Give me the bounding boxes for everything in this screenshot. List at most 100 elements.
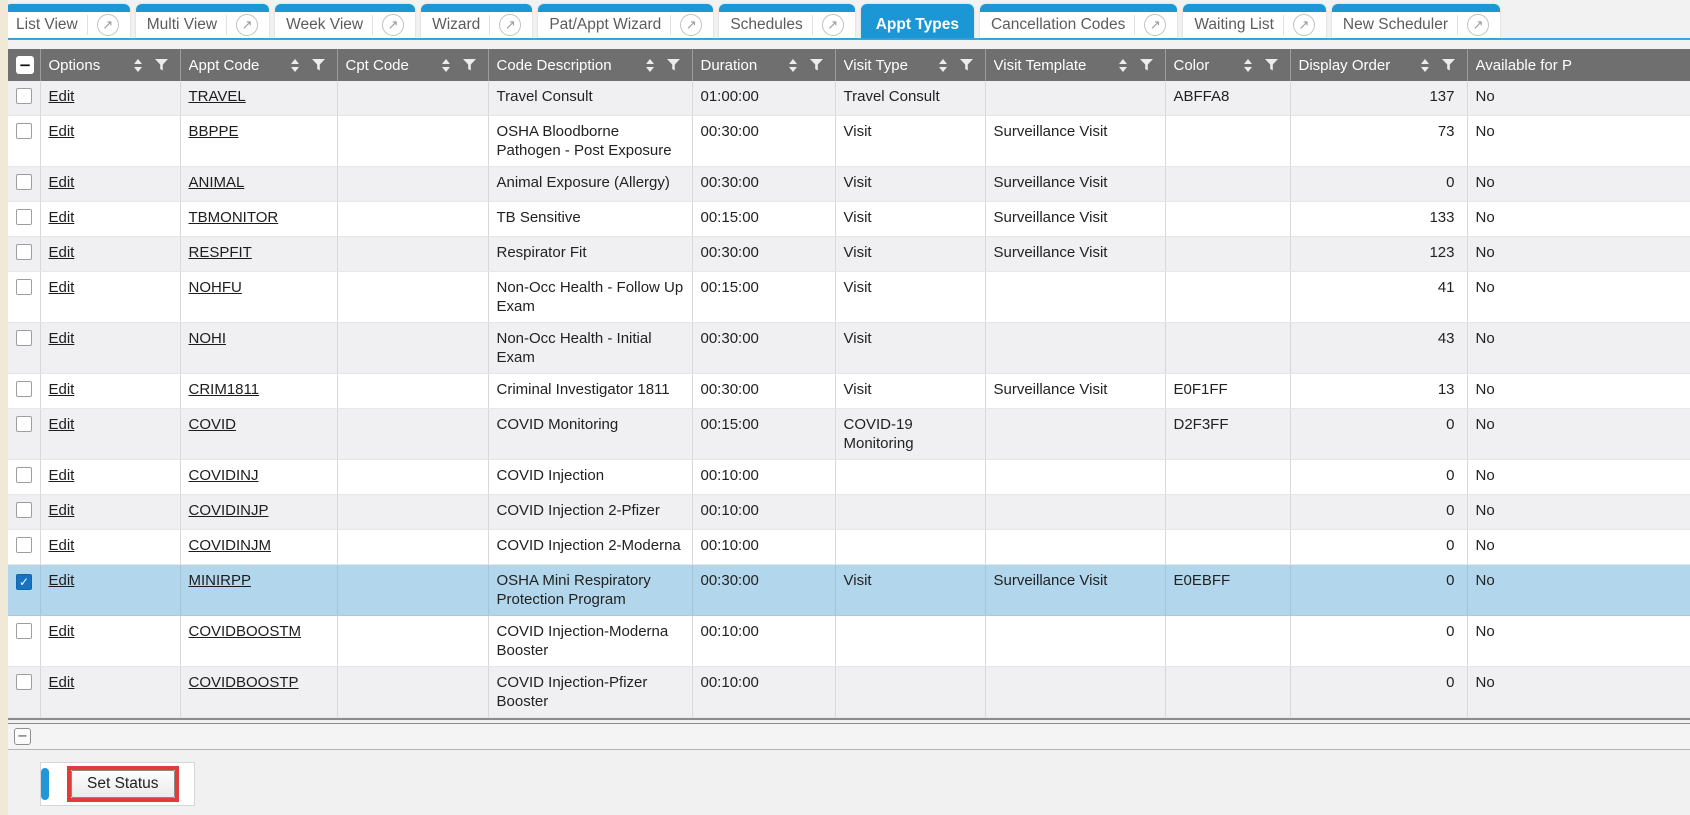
filter-icon[interactable] <box>1265 59 1278 71</box>
sort-icon[interactable] <box>1119 59 1127 72</box>
edit-link[interactable]: Edit <box>49 502 75 519</box>
appt-code-link[interactable]: COVID <box>189 416 237 433</box>
filter-icon[interactable] <box>155 59 168 71</box>
tab-multi-view[interactable]: Multi View↗ <box>136 4 269 38</box>
filter-icon[interactable] <box>312 59 325 71</box>
appt-code-link[interactable]: COVIDBOOSTM <box>189 623 302 640</box>
appt-code-link[interactable]: BBPPE <box>189 123 239 140</box>
edit-link[interactable]: Edit <box>49 123 75 140</box>
row-checkbox[interactable] <box>16 209 32 225</box>
row-checkbox[interactable] <box>16 279 32 295</box>
available-cell: No <box>1467 81 1690 116</box>
sort-icon[interactable] <box>291 59 299 72</box>
edit-link[interactable]: Edit <box>49 416 75 433</box>
cpt-code-cell <box>337 616 488 667</box>
appt-code-link[interactable]: CRIM1811 <box>189 381 260 398</box>
row-checkbox[interactable] <box>16 381 32 397</box>
open-in-new-window-icon[interactable]: ↗ <box>1467 14 1489 36</box>
filter-icon[interactable] <box>1442 59 1455 71</box>
duration-cell: 00:30:00 <box>692 237 835 272</box>
appt-code-link[interactable]: COVIDINJP <box>189 502 269 519</box>
appt-code-link[interactable]: COVIDBOOSTP <box>189 674 299 691</box>
row-checkbox[interactable] <box>16 467 32 483</box>
column-header-content: Visit Type <box>844 57 977 74</box>
sort-icon[interactable] <box>134 59 142 72</box>
table-body: EditTRAVELTravel Consult01:00:00Travel C… <box>8 81 1690 718</box>
visit-template-cell: Surveillance Visit <box>985 374 1165 409</box>
edit-link[interactable]: Edit <box>49 623 75 640</box>
row-checkbox[interactable] <box>16 174 32 190</box>
select-all-minus-icon[interactable]: − <box>16 56 34 74</box>
filter-icon[interactable] <box>667 59 680 71</box>
appt-code-link[interactable]: NOHFU <box>189 279 242 296</box>
sort-icon[interactable] <box>789 59 797 72</box>
row-checkbox[interactable] <box>16 330 32 346</box>
row-checkbox[interactable] <box>16 537 32 553</box>
tab-schedules[interactable]: Schedules↗ <box>719 4 854 38</box>
sort-icon[interactable] <box>1244 59 1252 72</box>
sort-icon[interactable] <box>1421 59 1429 72</box>
appt-code-link[interactable]: TBMONITOR <box>189 209 279 226</box>
row-checkbox[interactable] <box>16 88 32 104</box>
edit-link[interactable]: Edit <box>49 244 75 261</box>
open-in-new-window-icon[interactable]: ↗ <box>499 14 521 36</box>
row-checkbox[interactable]: ✓ <box>16 574 32 590</box>
open-in-new-window-icon[interactable]: ↗ <box>1293 14 1315 36</box>
appt-code-link[interactable]: COVIDINJM <box>189 537 272 554</box>
row-checkbox[interactable] <box>16 123 32 139</box>
table-row: EditCOVIDBOOSTPCOVID Injection-Pfizer Bo… <box>8 667 1690 718</box>
edit-link[interactable]: Edit <box>49 467 75 484</box>
open-in-new-window-icon[interactable]: ↗ <box>822 14 844 36</box>
appt-code-link[interactable]: COVIDINJ <box>189 467 259 484</box>
edit-link[interactable]: Edit <box>49 209 75 226</box>
edit-link[interactable]: Edit <box>49 572 75 589</box>
checkbox-cell <box>8 374 40 409</box>
appt-code-cell: TRAVEL <box>180 81 337 116</box>
filter-icon[interactable] <box>810 59 823 71</box>
tab-wizard[interactable]: Wizard↗ <box>421 4 532 38</box>
edit-link[interactable]: Edit <box>49 174 75 191</box>
edit-link[interactable]: Edit <box>49 330 75 347</box>
column-header-available-for-p: Available for P <box>1467 49 1690 81</box>
visit-template-cell <box>985 530 1165 565</box>
edit-link[interactable]: Edit <box>49 88 75 105</box>
filter-icon[interactable] <box>960 59 973 71</box>
appt-code-link[interactable]: ANIMAL <box>189 174 245 191</box>
tab-pat-appt-wizard[interactable]: Pat/Appt Wizard↗ <box>538 4 713 38</box>
edit-link[interactable]: Edit <box>49 381 75 398</box>
edit-link[interactable]: Edit <box>49 279 75 296</box>
filter-icon[interactable] <box>463 59 476 71</box>
column-header-content: Color <box>1174 57 1282 74</box>
sort-down-arrow <box>1421 67 1429 72</box>
open-in-new-window-icon[interactable]: ↗ <box>97 14 119 36</box>
tab-cancellation-codes[interactable]: Cancellation Codes↗ <box>980 4 1177 38</box>
tab-new-scheduler[interactable]: New Scheduler↗ <box>1332 4 1500 38</box>
tab-list-view[interactable]: List View ↗ <box>5 4 130 38</box>
set-status-button[interactable]: Set Status <box>71 770 175 798</box>
row-checkbox[interactable] <box>16 244 32 260</box>
edit-link[interactable]: Edit <box>49 537 75 554</box>
edit-link[interactable]: Edit <box>49 674 75 691</box>
appt-code-link[interactable]: RESPFIT <box>189 244 252 261</box>
row-checkbox[interactable] <box>16 674 32 690</box>
filter-icon[interactable] <box>1140 59 1153 71</box>
tab-week-view[interactable]: Week View↗ <box>275 4 415 38</box>
appt-code-link[interactable]: NOHI <box>189 330 227 347</box>
tab-appt-types[interactable]: Appt Types <box>861 4 974 38</box>
appt-code-link[interactable]: MINIRPP <box>189 572 252 589</box>
sort-icon[interactable] <box>646 59 654 72</box>
open-in-new-window-icon[interactable]: ↗ <box>382 14 404 36</box>
appt-code-link[interactable]: TRAVEL <box>189 88 246 105</box>
row-checkbox[interactable] <box>16 416 32 432</box>
tab-waiting-list[interactable]: Waiting List↗ <box>1183 4 1326 38</box>
open-in-new-window-icon[interactable]: ↗ <box>236 14 258 36</box>
open-in-new-window-icon[interactable]: ↗ <box>1144 14 1166 36</box>
sort-icon[interactable] <box>442 59 450 72</box>
row-checkbox[interactable] <box>16 623 32 639</box>
collapse-panel-icon[interactable]: − <box>14 728 31 745</box>
sort-icon[interactable] <box>939 59 947 72</box>
open-in-new-window-icon[interactable]: ↗ <box>680 14 702 36</box>
tab-label: List View <box>16 16 78 34</box>
row-checkbox[interactable] <box>16 502 32 518</box>
available-cell: No <box>1467 565 1690 616</box>
